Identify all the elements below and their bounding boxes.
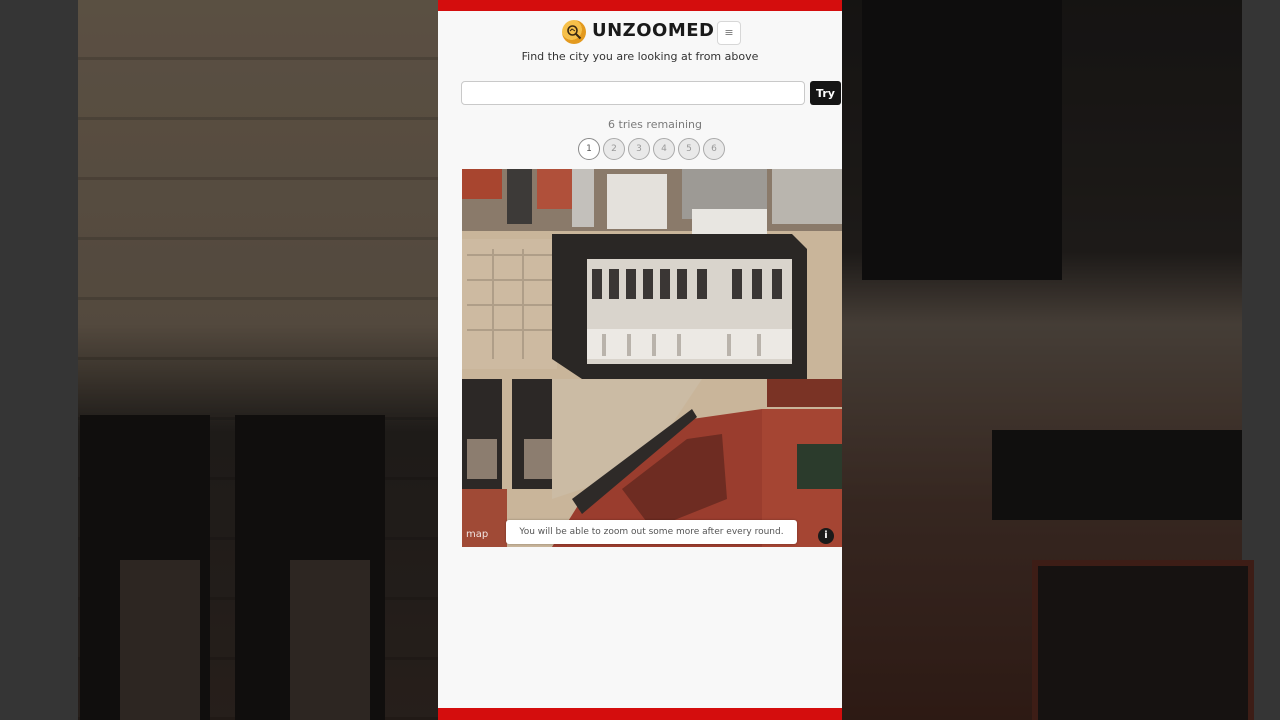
menu-button[interactable]: ≡ (717, 21, 741, 45)
satellite-map[interactable]: map You will be able to zoom out some mo… (462, 169, 842, 547)
subtitle: Find the city you are looking at from ab… (521, 50, 759, 63)
attempt-6: 6 (703, 138, 725, 160)
top-accent-bar (438, 0, 842, 11)
attempt-2: 2 (603, 138, 625, 160)
menu-icon: ≡ (724, 26, 734, 39)
tries-remaining: 6 tries remaining (608, 118, 702, 131)
zoom-hint: You will be able to zoom out some more a… (506, 520, 797, 544)
attempt-5: 5 (678, 138, 700, 160)
attempt-3: 3 (628, 138, 650, 160)
city-guess-input[interactable] (461, 81, 805, 105)
background-left (0, 0, 438, 720)
aerial-image (462, 169, 842, 547)
game-panel: UNZOOMED ≡ Find the city you are looking… (438, 0, 842, 720)
map-attribution: map (466, 529, 489, 540)
info-icon[interactable]: i (818, 528, 834, 544)
try-button[interactable]: Try (810, 81, 841, 105)
attempt-4: 4 (653, 138, 675, 160)
bottom-accent-bar (438, 708, 842, 720)
header: UNZOOMED ≡ (438, 19, 842, 47)
attempt-1: 1 (578, 138, 600, 160)
logo-icon (562, 20, 586, 44)
background-right (842, 0, 1280, 720)
app-title: UNZOOMED (592, 20, 715, 41)
